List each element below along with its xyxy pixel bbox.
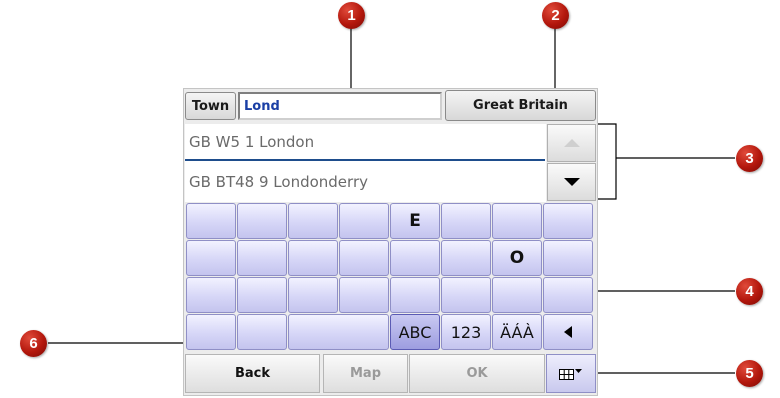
key-r1c2[interactable] [237, 203, 287, 239]
callout-1: 1 [338, 2, 365, 29]
key-space[interactable] [288, 314, 389, 350]
ok-button[interactable]: OK [409, 354, 545, 393]
mode-abc-button[interactable]: ABC [390, 314, 440, 350]
key-r3c7[interactable] [492, 277, 542, 313]
triangle-left-icon [564, 326, 572, 338]
map-label: Map [349, 366, 381, 381]
key-r1c4[interactable] [339, 203, 389, 239]
key-r3c5[interactable] [390, 277, 440, 313]
country-button[interactable]: Great Britain [445, 90, 596, 121]
callout-4: 4 [736, 278, 763, 305]
mode-accents-button[interactable]: ÄÁÀ [492, 314, 542, 350]
key-r3c2[interactable] [237, 277, 287, 313]
back-label: Back [234, 366, 271, 381]
keyboard-layout-button[interactable] [546, 354, 596, 393]
triangle-up-icon [563, 139, 580, 147]
key-r1c8[interactable] [543, 203, 593, 239]
key-r3c4[interactable] [339, 277, 389, 313]
key-r1c6[interactable] [441, 203, 491, 239]
triangle-down-icon [563, 178, 580, 186]
key-r3c6[interactable] [441, 277, 491, 313]
result-item-london[interactable]: GB W5 1 London [185, 125, 545, 161]
mode-123-button[interactable]: 123 [441, 314, 491, 350]
town-label: Town [191, 98, 230, 114]
callout-2: 2 [542, 2, 569, 29]
key-r3c8[interactable] [543, 277, 593, 313]
callout-5: 5 [736, 360, 763, 387]
key-r2c2[interactable] [237, 240, 287, 276]
ok-label: OK [466, 366, 488, 381]
key-r2c4[interactable] [339, 240, 389, 276]
key-r1c1[interactable] [186, 203, 236, 239]
country-label: Great Britain [473, 98, 568, 113]
key-r2c1[interactable] [186, 240, 236, 276]
town-field-label[interactable]: Town [185, 92, 236, 120]
key-r2c3[interactable] [288, 240, 338, 276]
back-button[interactable]: Back [185, 354, 320, 393]
key-r2c8[interactable] [543, 240, 593, 276]
key-r2c6[interactable] [441, 240, 491, 276]
result-label: GB W5 1 London [189, 133, 315, 151]
backspace-button[interactable] [543, 314, 593, 350]
key-r1c7[interactable] [492, 203, 542, 239]
key-o[interactable]: O [492, 240, 542, 276]
key-r1c3[interactable] [288, 203, 338, 239]
key-r2c5[interactable] [390, 240, 440, 276]
key-r3c1[interactable] [186, 277, 236, 313]
key-e[interactable]: E [390, 203, 440, 239]
callout-bracket-3 [596, 123, 617, 200]
key-r3c3[interactable] [288, 277, 338, 313]
keyboard-grid-icon [559, 368, 582, 380]
town-search-input[interactable]: Lond [238, 92, 442, 120]
on-screen-keyboard: E O ABC 123 ÄÁÀ [186, 203, 598, 353]
scroll-up-button[interactable] [547, 124, 596, 162]
callout-6: 6 [20, 330, 47, 357]
town-input-value: Lond [244, 98, 280, 114]
key-r4c1[interactable] [186, 314, 236, 350]
result-label: GB BT48 9 Londonderry [189, 173, 368, 191]
key-r4c2[interactable] [237, 314, 287, 350]
callout-3: 3 [736, 145, 763, 172]
map-button[interactable]: Map [323, 354, 408, 393]
result-item-londonderry[interactable]: GB BT48 9 Londonderry [185, 164, 545, 200]
scroll-down-button[interactable] [547, 163, 596, 201]
